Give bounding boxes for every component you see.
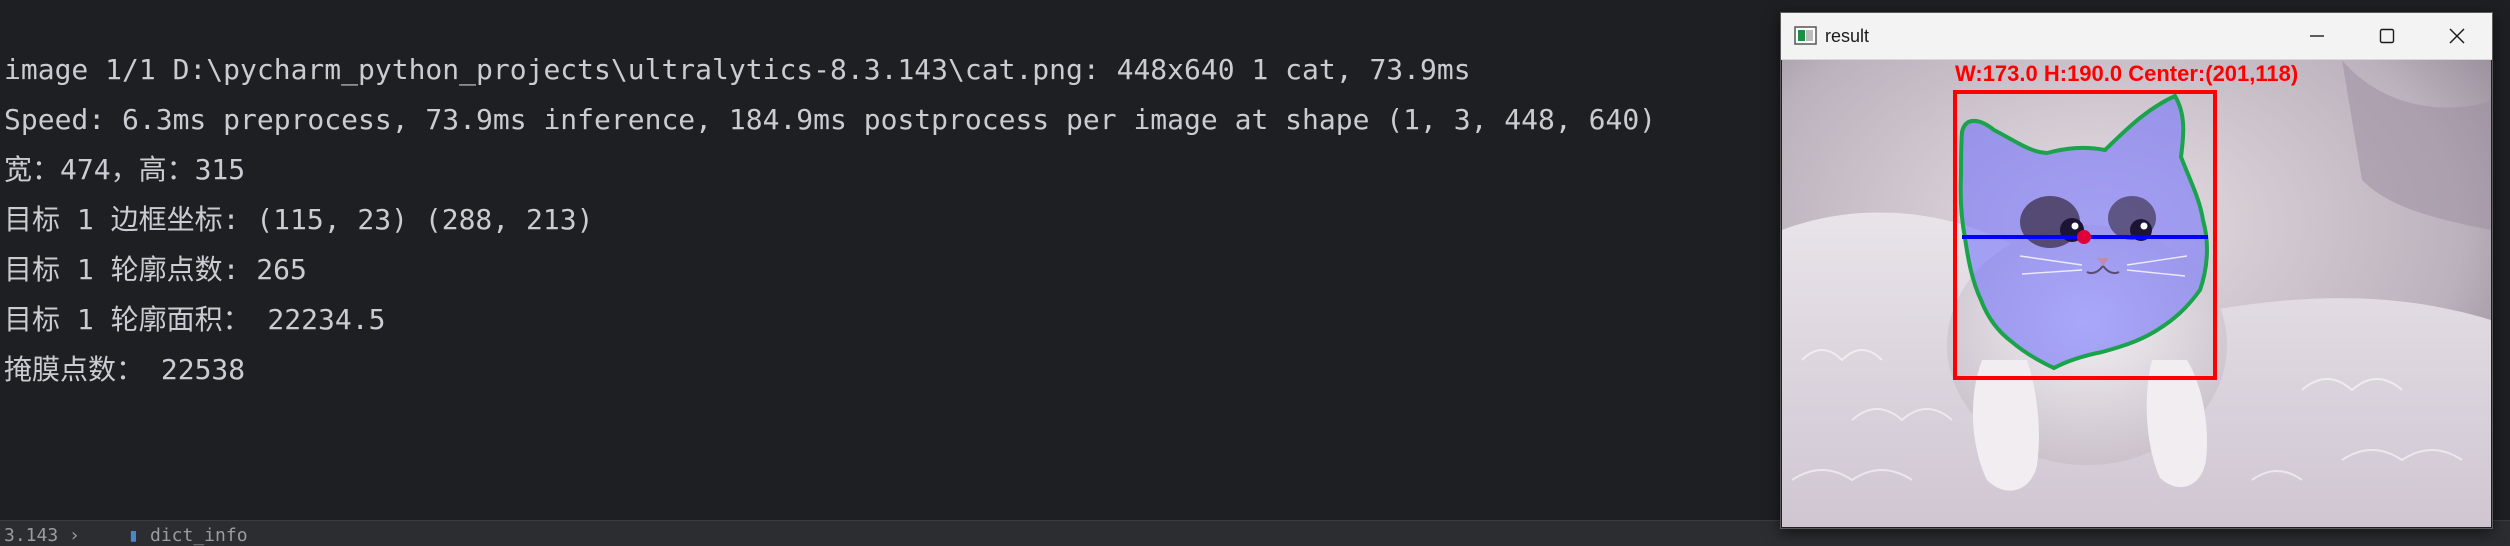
cat-eye-right-glint bbox=[2140, 222, 2148, 230]
close-button[interactable] bbox=[2422, 13, 2492, 59]
result-window[interactable]: result W:173.0 H:190.0 Center:(201,118) bbox=[1780, 12, 2493, 529]
status-breadcrumb[interactable]: 3.143 › bbox=[4, 523, 80, 546]
maximize-button[interactable] bbox=[2352, 13, 2422, 59]
result-image-canvas: W:173.0 H:190.0 Center:(201,118) bbox=[1782, 60, 2491, 527]
console-line-size: 宽：474，高：315 bbox=[4, 153, 246, 186]
segmentation-result-image: W:173.0 H:190.0 Center:(201,118) bbox=[1782, 60, 2491, 527]
console-line-contour-points: 目标 1 轮廓点数: 265 bbox=[4, 253, 307, 286]
cat-eye-left-glint bbox=[2071, 222, 2079, 230]
minimize-button[interactable] bbox=[2282, 13, 2352, 59]
window-titlebar[interactable]: result bbox=[1781, 13, 2492, 60]
dimension-label: W:173.0 H:190.0 Center:(201,118) bbox=[1955, 61, 2298, 86]
console-line-bbox: 目标 1 边框坐标: (115, 23) (288, 213) bbox=[4, 203, 594, 236]
app-icon bbox=[1794, 26, 1817, 45]
maximize-icon bbox=[2379, 28, 2395, 44]
status-item-dict-info[interactable]: dict_info bbox=[150, 523, 248, 546]
console-line-speed: Speed: 6.3ms preprocess, 73.9ms inferenc… bbox=[4, 103, 1657, 136]
console-line-image-info: image 1/1 D:\pycharm_python_projects\ult… bbox=[4, 53, 1471, 86]
center-point bbox=[2077, 230, 2091, 244]
window-title: result bbox=[1825, 26, 1870, 46]
console-line-mask-points: 掩膜点数： 22538 bbox=[4, 353, 246, 386]
minimize-icon bbox=[2310, 35, 2324, 37]
close-icon bbox=[2449, 28, 2465, 44]
console-line-contour-area: 目标 1 轮廓面积： 22234.5 bbox=[4, 303, 386, 336]
run-console: image 1/1 D:\pycharm_python_projects\ult… bbox=[0, 0, 1775, 520]
folder-icon: ▮ bbox=[128, 525, 139, 546]
